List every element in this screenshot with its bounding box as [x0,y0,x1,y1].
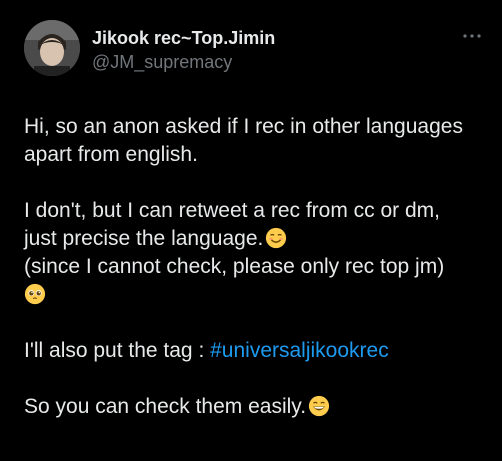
more-dots-icon[interactable] [460,28,484,44]
text-line: (since I cannot check, please only rec t… [24,255,445,278]
author-names: Jikook rec~Top.Jimin @JM_supremacy [92,27,275,73]
grinning-face-emoji [309,395,330,417]
pleading-face-emoji [24,283,46,305]
avatar-image [24,20,80,76]
text-line: I don't, but I can retweet a rec from cc… [24,199,441,222]
text-line: just precise the language. [24,227,264,250]
text-line: Hi, so an anon asked if I rec in other l… [24,115,463,138]
smiling-face-emoji [266,227,287,249]
hashtag-link[interactable]: #universaljikookrec [210,339,389,362]
text-line-with-emoji: just precise the language. [24,225,494,253]
tweet-header: Jikook rec~Top.Jimin @JM_supremacy [24,20,484,80]
display-name[interactable]: Jikook rec~Top.Jimin [92,27,275,49]
avatar[interactable] [24,20,80,76]
text-line: I'll also put the tag : [24,339,211,362]
tweet-text: Hi, so an anon asked if I rec in other l… [24,113,494,421]
text-line: apart from english. [24,143,198,166]
emoji-line [24,281,494,309]
text-line-with-emoji: So you can check them easily. [24,393,494,421]
user-handle[interactable]: @JM_supremacy [92,51,275,73]
tweet-card: Jikook rec~Top.Jimin @JM_supremacy Hi, s… [0,0,502,461]
text-line-with-hashtag: I'll also put the tag : #universaljikook… [24,337,494,365]
text-line: So you can check them easily. [24,395,307,418]
